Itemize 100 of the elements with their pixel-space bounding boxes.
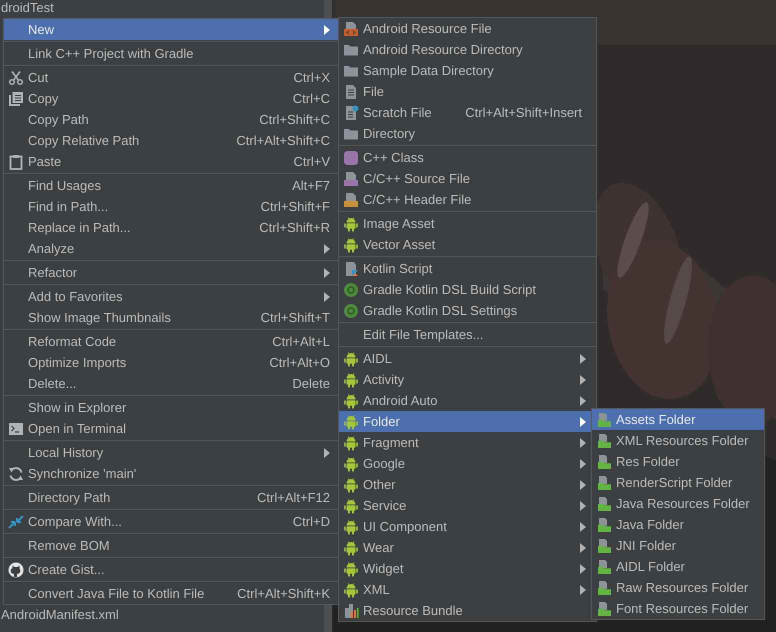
shortcut-text: Ctrl+Shift+F — [260, 199, 330, 214]
cat-logo-icon — [8, 562, 24, 578]
menu-item[interactable]: C++ Class — [339, 147, 596, 168]
android-icon — [343, 560, 359, 576]
menu-item[interactable]: Android Auto — [339, 390, 596, 411]
menu-item[interactable]: New — [4, 19, 338, 40]
menu-item[interactable]: Show Image Thumbnails Ctrl+Shift+T — [4, 307, 338, 328]
menu-item[interactable]: Delete... Delete — [4, 373, 338, 394]
menu-item[interactable]: C/C++ Header File — [339, 189, 596, 210]
class-icon — [343, 150, 359, 166]
menu-item[interactable]: Assets Folder — [592, 409, 764, 430]
menu-item[interactable]: Synchronize 'main' — [4, 463, 338, 484]
shortcut-text: Ctrl+Alt+Shift+K — [237, 586, 330, 601]
gradle-circle-icon — [343, 282, 359, 298]
folder-file-icon — [596, 496, 612, 512]
folder-file-icon — [596, 538, 612, 554]
android-icon — [343, 518, 359, 534]
android-icon — [343, 540, 359, 556]
folder-file-icon — [596, 412, 612, 428]
menu-item[interactable]: Local History — [4, 442, 338, 463]
menu-item[interactable]: Convert Java File to Kotlin File Ctrl+Alt+Shift+K — [4, 583, 338, 604]
folder-file-icon — [596, 580, 612, 596]
scissors-icon — [8, 70, 24, 86]
menu-item[interactable]: Scratch File Ctrl+Alt+Shift+Insert — [339, 102, 596, 123]
menu-item[interactable]: Gradle Kotlin DSL Build Script — [339, 279, 596, 300]
menu-item[interactable]: Analyze — [4, 238, 338, 259]
shortcut-text: Ctrl+Shift+R — [259, 220, 330, 235]
shortcut-text: Ctrl+X — [294, 70, 330, 85]
resource-file-icon — [343, 20, 359, 36]
sync-icon — [8, 466, 24, 482]
shortcut-text: Ctrl+Alt+Shift+Insert — [465, 105, 582, 120]
android-icon — [343, 236, 359, 252]
shortcut-text: Ctrl+Alt+Shift+C — [236, 133, 330, 148]
menu-item[interactable]: File — [339, 81, 596, 102]
folder-file-icon — [596, 474, 612, 490]
menu-item[interactable]: Add to Favorites — [4, 286, 338, 307]
menu-item[interactable]: JNI Folder — [592, 535, 764, 556]
menu-item[interactable]: C/C++ Source File — [339, 168, 596, 189]
menu-item[interactable]: Font Resources Folder — [592, 598, 764, 619]
android-icon — [343, 498, 359, 514]
script-file-icon — [343, 260, 359, 276]
menu-item[interactable]: Res Folder — [592, 451, 764, 472]
android-icon — [343, 476, 359, 492]
bar-chart-icon — [343, 602, 359, 618]
folder-file-icon — [596, 516, 612, 532]
menu-item[interactable]: Gradle Kotlin DSL Settings — [339, 300, 596, 321]
menu-item[interactable]: Optimize Imports Ctrl+Alt+O — [4, 352, 338, 373]
menu-item[interactable]: Copy Relative Path Ctrl+Alt+Shift+C — [4, 130, 338, 151]
shortcut-text: Ctrl+Alt+F12 — [257, 490, 330, 505]
menu-item[interactable]: Image Asset — [339, 213, 596, 234]
android-icon — [343, 456, 359, 472]
menu-item[interactable]: Copy Ctrl+C — [4, 88, 338, 109]
header-file-icon — [343, 192, 359, 208]
android-icon — [343, 434, 359, 450]
shortcut-text: Ctrl+Alt+O — [269, 355, 330, 370]
menu-item[interactable]: Directory — [339, 123, 596, 144]
menu-item[interactable]: Compare With... Ctrl+D — [4, 511, 338, 532]
menu-item[interactable]: Kotlin Script — [339, 258, 596, 279]
menu-item[interactable]: RenderScript Folder — [592, 472, 764, 493]
menu-item[interactable]: Java Resources Folder — [592, 493, 764, 514]
menu-item[interactable]: Find Usages Alt+F7 — [4, 175, 338, 196]
android-icon — [343, 216, 359, 232]
menu-item[interactable]: Copy Path Ctrl+Shift+C — [4, 109, 338, 130]
menu-item[interactable]: AIDL — [339, 348, 596, 369]
menu-item[interactable]: Android Resource Directory — [339, 39, 596, 60]
tree-item[interactable]: AndroidManifest.xml — [0, 607, 119, 622]
menu-item[interactable]: Remove BOM — [4, 535, 338, 556]
menu-item[interactable]: Cut Ctrl+X — [4, 67, 338, 88]
tree-item[interactable]: droidTest — [0, 0, 54, 15]
menu-item[interactable]: Vector Asset — [339, 234, 596, 255]
folder-file-icon — [596, 558, 612, 574]
menu-item[interactable]: Raw Resources Folder — [592, 577, 764, 598]
menu-item[interactable]: Replace in Path... Ctrl+Shift+R — [4, 217, 338, 238]
android-icon — [343, 582, 359, 598]
folder-file-icon — [596, 454, 612, 470]
menu-item[interactable]: Directory Path Ctrl+Alt+F12 — [4, 487, 338, 508]
menu-item[interactable]: Reformat Code Ctrl+Alt+L — [4, 331, 338, 352]
menu-item[interactable]: Find in Path... Ctrl+Shift+F — [4, 196, 338, 217]
menu-item[interactable]: Paste Ctrl+V — [4, 151, 338, 172]
shortcut-text: Delete — [292, 376, 330, 391]
menu-item[interactable]: Sample Data Directory — [339, 60, 596, 81]
menu-item[interactable]: Link C++ Project with Gradle — [4, 43, 338, 64]
android-icon — [343, 414, 359, 430]
menu-item[interactable]: AIDL Folder — [592, 556, 764, 577]
terminal-icon — [8, 420, 24, 436]
menu-item[interactable]: Java Folder — [592, 514, 764, 535]
android-icon — [343, 392, 359, 408]
shortcut-text: Alt+F7 — [292, 178, 330, 193]
menu-item[interactable]: Refactor — [4, 262, 338, 283]
menu-item[interactable]: Activity — [339, 369, 596, 390]
source-file-icon — [343, 170, 359, 186]
menu-item[interactable]: Show in Explorer — [4, 397, 338, 418]
shortcut-text: Ctrl+C — [292, 91, 330, 106]
menu-item[interactable]: Create Gist... — [4, 559, 338, 580]
folder-file-icon — [596, 432, 612, 448]
menu-item[interactable]: Open in Terminal — [4, 418, 338, 439]
menu-item[interactable]: Edit File Templates... — [339, 324, 596, 345]
gradle-circle-icon — [343, 302, 359, 318]
file-icon — [343, 84, 359, 100]
shortcut-text: Ctrl+Alt+L — [272, 334, 330, 349]
